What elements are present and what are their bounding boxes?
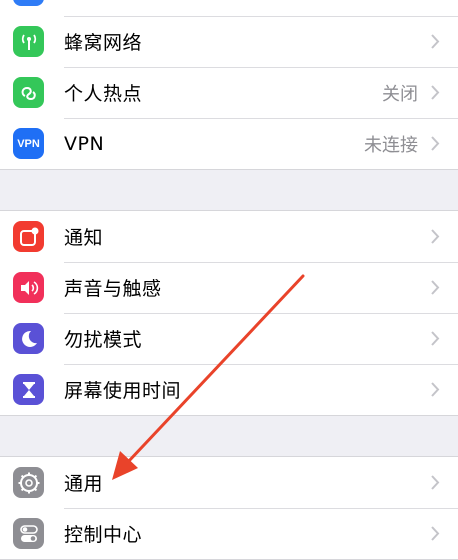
settings-row-label: 通知 bbox=[64, 227, 104, 249]
settings-row-label: 屏幕使用时间 bbox=[64, 380, 182, 402]
notifications-icon bbox=[13, 221, 44, 252]
settings-row-partial[interactable] bbox=[0, 0, 458, 16]
chevron-right-icon bbox=[431, 229, 440, 244]
settings-row-hotspot[interactable]: 个人热点 关闭 bbox=[0, 67, 458, 118]
settings-row-label: VPN bbox=[64, 132, 105, 155]
chevron-right-icon bbox=[431, 280, 440, 295]
settings-row-screen-time[interactable]: 屏幕使用时间 bbox=[0, 364, 458, 415]
settings-row-control-center[interactable]: 控制中心 bbox=[0, 508, 458, 559]
settings-row-vpn[interactable]: VPN VPN 未连接 bbox=[0, 118, 458, 169]
settings-row-label: 勿扰模式 bbox=[64, 329, 143, 351]
settings-row-sounds[interactable]: 声音与触感 bbox=[0, 262, 458, 313]
hotspot-icon bbox=[13, 77, 44, 108]
gear-icon bbox=[13, 467, 44, 498]
settings-row-label: 控制中心 bbox=[64, 524, 143, 546]
settings-row-label: 个人热点 bbox=[64, 83, 143, 105]
settings-row-cellular[interactable]: 蜂窝网络 bbox=[0, 16, 458, 67]
settings-row-label: 声音与触感 bbox=[64, 278, 162, 300]
sounds-icon bbox=[13, 272, 44, 303]
chevron-right-icon bbox=[431, 331, 440, 346]
vpn-icon: VPN bbox=[13, 128, 44, 159]
chevron-right-icon bbox=[431, 85, 440, 100]
moon-icon bbox=[13, 323, 44, 354]
vpn-icon-text: VPN bbox=[17, 137, 40, 150]
settings-row-do-not-disturb[interactable]: 勿扰模式 bbox=[0, 313, 458, 364]
cellular-icon bbox=[13, 26, 44, 57]
chevron-right-icon bbox=[431, 136, 440, 151]
hourglass-icon bbox=[13, 374, 44, 405]
chevron-right-icon bbox=[431, 475, 440, 490]
settings-row-notifications[interactable]: 通知 bbox=[0, 211, 458, 262]
network-settings-group: 蜂窝网络 个人热点 关闭 VPN VPN 未连接 bbox=[0, 0, 458, 170]
settings-row-general[interactable]: 通用 bbox=[0, 457, 458, 508]
vpn-status-value: 未连接 bbox=[364, 134, 418, 156]
chevron-right-icon bbox=[431, 526, 440, 541]
toggles-icon bbox=[13, 518, 44, 549]
hotspot-status-value: 关闭 bbox=[382, 83, 418, 105]
chevron-right-icon bbox=[431, 34, 440, 49]
general-settings-group: 通用 控制中心 bbox=[0, 456, 458, 560]
settings-row-label: 蜂窝网络 bbox=[64, 32, 143, 54]
partial-blue-icon bbox=[13, 0, 44, 6]
settings-row-label: 通用 bbox=[64, 473, 104, 495]
chevron-right-icon bbox=[431, 382, 440, 397]
notifications-settings-group: 通知 声音与触感 勿扰模式 屏幕使用时间 bbox=[0, 210, 458, 416]
